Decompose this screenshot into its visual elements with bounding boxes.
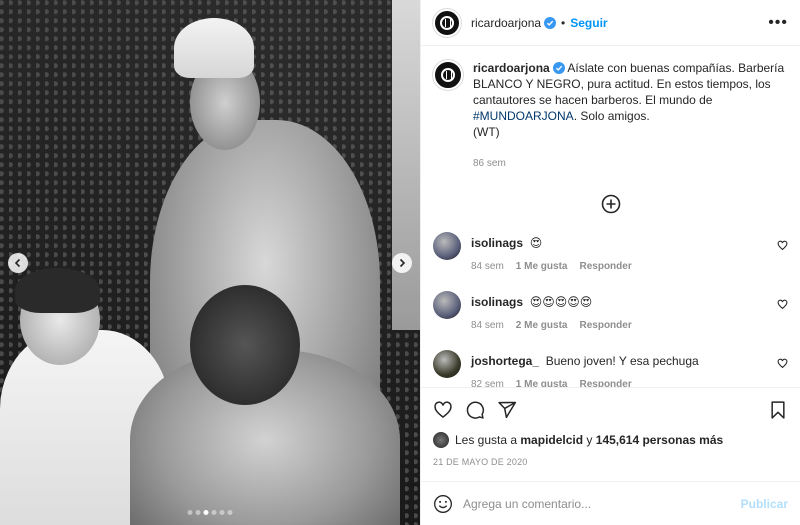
comment-likes[interactable]: 2 Me gusta xyxy=(516,320,568,331)
comment-time[interactable]: 84 sem xyxy=(471,261,504,272)
likes-summary: Les gusta a mapidelcid y 145,614 persona… xyxy=(433,432,788,448)
verified-badge-icon xyxy=(552,62,565,74)
comment-content: joshortega_ Bueno joven! Y esa pechuga xyxy=(471,350,788,369)
save-bookmark-icon[interactable] xyxy=(768,400,788,420)
comment-content: isolinags 😍😍😍😍😍 xyxy=(471,291,788,310)
like-heart-icon[interactable] xyxy=(433,400,453,420)
carousel-indicator xyxy=(187,510,233,515)
photo-boy-hair xyxy=(15,268,100,313)
caption-signature: (WT) xyxy=(473,125,500,139)
comment-main: isolinags 😍 84 sem 1 Me gusta Responder xyxy=(471,232,788,272)
reply-button[interactable]: Responder xyxy=(579,261,631,272)
comment-likes[interactable]: 1 Me gusta xyxy=(516,379,568,387)
photo-window xyxy=(392,0,420,330)
commenter-username[interactable]: joshortega_ xyxy=(471,354,539,368)
post-actions: Les gusta a mapidelcid y 145,614 persona… xyxy=(421,387,800,467)
chevron-left-icon xyxy=(14,258,21,268)
author-avatar[interactable] xyxy=(433,8,461,37)
comment-meta: 84 sem 1 Me gusta Responder xyxy=(471,261,788,272)
comment-text: Bueno joven! Y esa pechuga xyxy=(545,354,699,368)
comments-section: ricardoarjona Aíslate con buenas compañí… xyxy=(421,46,800,387)
caption-hashtag[interactable]: #MUNDOARJONA xyxy=(473,109,574,123)
carousel-dot xyxy=(219,510,225,515)
post-side-panel: ricardoarjona • Seguir ••• ricardoarjona… xyxy=(420,0,800,525)
caption-time: 86 sem xyxy=(473,158,506,169)
caption-body: ricardoarjona Aíslate con buenas compañí… xyxy=(473,60,788,172)
liker-username[interactable]: mapidelcid xyxy=(520,433,583,447)
liker-avatar[interactable] xyxy=(433,432,449,448)
chevron-right-icon xyxy=(399,258,406,268)
comment-like-heart-icon[interactable] xyxy=(777,240,788,251)
reply-button[interactable]: Responder xyxy=(579,379,631,387)
load-more-comments[interactable] xyxy=(433,194,788,214)
comment-like-heart-icon[interactable] xyxy=(777,358,788,369)
caption-avatar[interactable] xyxy=(433,60,463,90)
photo-seated-man-head xyxy=(190,285,300,405)
brand-logo-icon xyxy=(440,15,454,30)
caption-username[interactable]: ricardoarjona xyxy=(473,61,550,75)
brand-logo-icon xyxy=(441,68,455,82)
photo-beanie xyxy=(174,18,254,78)
post-date[interactable]: 21 DE MAYO DE 2020 xyxy=(433,457,788,467)
comment-list: isolinags 😍 84 sem 1 Me gusta Responder … xyxy=(433,232,788,387)
carousel-dot xyxy=(203,510,209,515)
comment-input[interactable] xyxy=(463,496,741,511)
comment-item: isolinags 😍😍😍😍😍 84 sem 2 Me gusta Respon… xyxy=(433,291,788,331)
comment-bubble-icon[interactable] xyxy=(465,400,485,420)
follow-button[interactable]: Seguir xyxy=(570,16,607,30)
carousel-dot xyxy=(195,510,201,515)
comment-content: isolinags 😍 xyxy=(471,232,788,251)
action-icons xyxy=(433,396,788,424)
add-comment-bar: Publicar xyxy=(421,481,800,525)
likes-count[interactable]: 145,614 personas más xyxy=(596,433,723,447)
commenter-avatar[interactable] xyxy=(433,232,461,260)
comment-meta: 84 sem 2 Me gusta Responder xyxy=(471,320,788,331)
comment-like-heart-icon[interactable] xyxy=(777,299,788,310)
publish-button[interactable]: Publicar xyxy=(741,497,788,511)
commenter-avatar[interactable] xyxy=(433,350,461,378)
comment-likes[interactable]: 1 Me gusta xyxy=(516,261,568,272)
plus-circle-icon xyxy=(601,194,620,214)
commenter-username[interactable]: isolinags xyxy=(471,295,523,309)
previous-photo-button[interactable] xyxy=(8,253,28,273)
comment-time[interactable]: 84 sem xyxy=(471,320,504,331)
comment-main: isolinags 😍😍😍😍😍 84 sem 2 Me gusta Respon… xyxy=(471,291,788,331)
next-photo-button[interactable] xyxy=(392,253,412,273)
verified-badge-icon xyxy=(544,16,557,29)
emoji-icon[interactable] xyxy=(433,494,453,514)
comment-text: 😍 xyxy=(529,236,543,250)
caption-text-end: . Solo amigos. xyxy=(573,109,650,123)
comment-item: isolinags 😍 84 sem 1 Me gusta Responder xyxy=(433,232,788,272)
share-send-icon[interactable] xyxy=(497,400,517,420)
comment-item: joshortega_ Bueno joven! Y esa pechuga 8… xyxy=(433,350,788,387)
comment-meta: 82 sem 1 Me gusta Responder xyxy=(471,379,788,387)
header-separator: • xyxy=(561,15,566,30)
reply-button[interactable]: Responder xyxy=(579,320,631,331)
likes-prefix: Les gusta a xyxy=(455,433,518,447)
likes-middle: y xyxy=(586,433,593,447)
comment-text: 😍😍😍😍😍 xyxy=(529,295,593,309)
carousel-dot xyxy=(187,510,193,515)
post-dialog: ricardoarjona • Seguir ••• ricardoarjona… xyxy=(0,0,800,525)
commenter-avatar[interactable] xyxy=(433,291,461,319)
commenter-username[interactable]: isolinags xyxy=(471,236,523,250)
carousel-dot xyxy=(211,510,217,515)
carousel-dot xyxy=(227,510,233,515)
post-header: ricardoarjona • Seguir ••• xyxy=(421,0,800,46)
more-options-button[interactable]: ••• xyxy=(768,14,788,32)
comment-main: joshortega_ Bueno joven! Y esa pechuga 8… xyxy=(471,350,788,387)
author-username[interactable]: ricardoarjona xyxy=(471,16,541,30)
post-photo[interactable] xyxy=(0,0,420,525)
post-caption: ricardoarjona Aíslate con buenas compañí… xyxy=(433,60,788,172)
comment-time[interactable]: 82 sem xyxy=(471,379,504,387)
